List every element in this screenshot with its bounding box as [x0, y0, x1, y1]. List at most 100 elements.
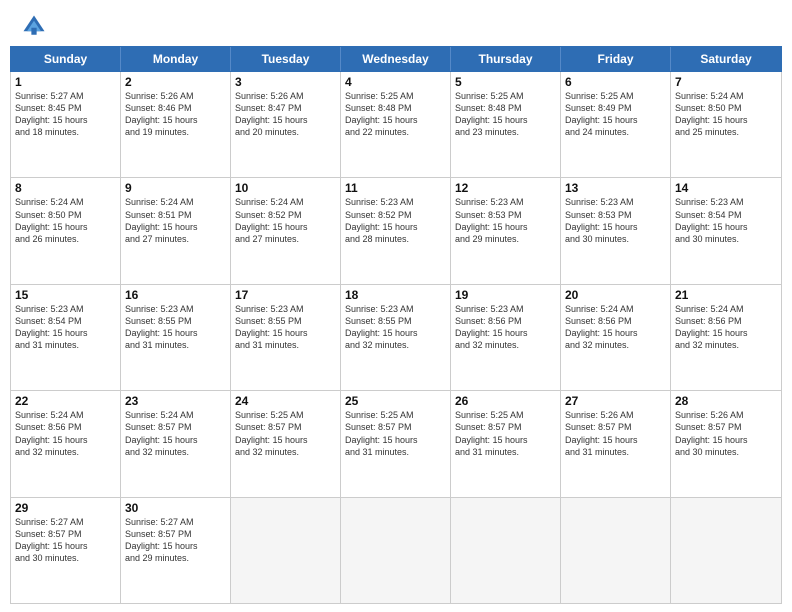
day-number-5: 5 [455, 75, 556, 89]
calendar-row-3: 22Sunrise: 5:24 AM Sunset: 8:56 PM Dayli… [11, 391, 781, 497]
calendar-cell-16: 16Sunrise: 5:23 AM Sunset: 8:55 PM Dayli… [121, 285, 231, 390]
calendar-row-0: 1Sunrise: 5:27 AM Sunset: 8:45 PM Daylig… [11, 72, 781, 178]
day-info-9: Sunrise: 5:24 AM Sunset: 8:51 PM Dayligh… [125, 196, 226, 245]
day-info-11: Sunrise: 5:23 AM Sunset: 8:52 PM Dayligh… [345, 196, 446, 245]
calendar-cell-23: 23Sunrise: 5:24 AM Sunset: 8:57 PM Dayli… [121, 391, 231, 496]
calendar-cell-8: 8Sunrise: 5:24 AM Sunset: 8:50 PM Daylig… [11, 178, 121, 283]
day-number-22: 22 [15, 394, 116, 408]
calendar-cell-28: 28Sunrise: 5:26 AM Sunset: 8:57 PM Dayli… [671, 391, 781, 496]
calendar-cell-21: 21Sunrise: 5:24 AM Sunset: 8:56 PM Dayli… [671, 285, 781, 390]
day-info-27: Sunrise: 5:26 AM Sunset: 8:57 PM Dayligh… [565, 409, 666, 458]
day-info-16: Sunrise: 5:23 AM Sunset: 8:55 PM Dayligh… [125, 303, 226, 352]
calendar-body: 1Sunrise: 5:27 AM Sunset: 8:45 PM Daylig… [10, 72, 782, 604]
day-number-21: 21 [675, 288, 777, 302]
day-info-18: Sunrise: 5:23 AM Sunset: 8:55 PM Dayligh… [345, 303, 446, 352]
weekday-header-tuesday: Tuesday [231, 47, 341, 71]
day-number-3: 3 [235, 75, 336, 89]
calendar-header: SundayMondayTuesdayWednesdayThursdayFrid… [10, 46, 782, 72]
weekday-header-wednesday: Wednesday [341, 47, 451, 71]
day-number-19: 19 [455, 288, 556, 302]
calendar: SundayMondayTuesdayWednesdayThursdayFrid… [0, 46, 792, 612]
day-number-2: 2 [125, 75, 226, 89]
day-number-4: 4 [345, 75, 446, 89]
calendar-cell-24: 24Sunrise: 5:25 AM Sunset: 8:57 PM Dayli… [231, 391, 341, 496]
day-info-26: Sunrise: 5:25 AM Sunset: 8:57 PM Dayligh… [455, 409, 556, 458]
day-info-24: Sunrise: 5:25 AM Sunset: 8:57 PM Dayligh… [235, 409, 336, 458]
day-number-17: 17 [235, 288, 336, 302]
day-number-15: 15 [15, 288, 116, 302]
day-info-23: Sunrise: 5:24 AM Sunset: 8:57 PM Dayligh… [125, 409, 226, 458]
day-number-1: 1 [15, 75, 116, 89]
calendar-cell-empty [341, 498, 451, 603]
day-info-20: Sunrise: 5:24 AM Sunset: 8:56 PM Dayligh… [565, 303, 666, 352]
calendar-cell-29: 29Sunrise: 5:27 AM Sunset: 8:57 PM Dayli… [11, 498, 121, 603]
weekday-header-monday: Monday [121, 47, 231, 71]
day-info-12: Sunrise: 5:23 AM Sunset: 8:53 PM Dayligh… [455, 196, 556, 245]
day-info-6: Sunrise: 5:25 AM Sunset: 8:49 PM Dayligh… [565, 90, 666, 139]
day-number-28: 28 [675, 394, 777, 408]
day-number-25: 25 [345, 394, 446, 408]
calendar-cell-6: 6Sunrise: 5:25 AM Sunset: 8:49 PM Daylig… [561, 72, 671, 177]
day-number-9: 9 [125, 181, 226, 195]
day-info-10: Sunrise: 5:24 AM Sunset: 8:52 PM Dayligh… [235, 196, 336, 245]
calendar-cell-18: 18Sunrise: 5:23 AM Sunset: 8:55 PM Dayli… [341, 285, 451, 390]
day-info-5: Sunrise: 5:25 AM Sunset: 8:48 PM Dayligh… [455, 90, 556, 139]
weekday-header-friday: Friday [561, 47, 671, 71]
calendar-cell-10: 10Sunrise: 5:24 AM Sunset: 8:52 PM Dayli… [231, 178, 341, 283]
day-number-20: 20 [565, 288, 666, 302]
calendar-cell-11: 11Sunrise: 5:23 AM Sunset: 8:52 PM Dayli… [341, 178, 451, 283]
page: SundayMondayTuesdayWednesdayThursdayFrid… [0, 0, 792, 612]
calendar-cell-25: 25Sunrise: 5:25 AM Sunset: 8:57 PM Dayli… [341, 391, 451, 496]
day-number-6: 6 [565, 75, 666, 89]
calendar-cell-empty [231, 498, 341, 603]
day-info-17: Sunrise: 5:23 AM Sunset: 8:55 PM Dayligh… [235, 303, 336, 352]
calendar-cell-22: 22Sunrise: 5:24 AM Sunset: 8:56 PM Dayli… [11, 391, 121, 496]
day-number-26: 26 [455, 394, 556, 408]
calendar-cell-14: 14Sunrise: 5:23 AM Sunset: 8:54 PM Dayli… [671, 178, 781, 283]
calendar-cell-26: 26Sunrise: 5:25 AM Sunset: 8:57 PM Dayli… [451, 391, 561, 496]
calendar-cell-17: 17Sunrise: 5:23 AM Sunset: 8:55 PM Dayli… [231, 285, 341, 390]
day-number-11: 11 [345, 181, 446, 195]
calendar-row-2: 15Sunrise: 5:23 AM Sunset: 8:54 PM Dayli… [11, 285, 781, 391]
calendar-cell-15: 15Sunrise: 5:23 AM Sunset: 8:54 PM Dayli… [11, 285, 121, 390]
day-info-7: Sunrise: 5:24 AM Sunset: 8:50 PM Dayligh… [675, 90, 777, 139]
weekday-header-thursday: Thursday [451, 47, 561, 71]
day-info-25: Sunrise: 5:25 AM Sunset: 8:57 PM Dayligh… [345, 409, 446, 458]
day-number-14: 14 [675, 181, 777, 195]
day-number-27: 27 [565, 394, 666, 408]
day-number-30: 30 [125, 501, 226, 515]
calendar-cell-empty [451, 498, 561, 603]
day-info-22: Sunrise: 5:24 AM Sunset: 8:56 PM Dayligh… [15, 409, 116, 458]
calendar-cell-empty [561, 498, 671, 603]
calendar-row-4: 29Sunrise: 5:27 AM Sunset: 8:57 PM Dayli… [11, 498, 781, 603]
day-number-13: 13 [565, 181, 666, 195]
day-info-8: Sunrise: 5:24 AM Sunset: 8:50 PM Dayligh… [15, 196, 116, 245]
calendar-cell-5: 5Sunrise: 5:25 AM Sunset: 8:48 PM Daylig… [451, 72, 561, 177]
day-number-16: 16 [125, 288, 226, 302]
day-number-12: 12 [455, 181, 556, 195]
calendar-cell-2: 2Sunrise: 5:26 AM Sunset: 8:46 PM Daylig… [121, 72, 231, 177]
day-info-29: Sunrise: 5:27 AM Sunset: 8:57 PM Dayligh… [15, 516, 116, 565]
day-info-13: Sunrise: 5:23 AM Sunset: 8:53 PM Dayligh… [565, 196, 666, 245]
day-info-14: Sunrise: 5:23 AM Sunset: 8:54 PM Dayligh… [675, 196, 777, 245]
day-number-29: 29 [15, 501, 116, 515]
day-info-4: Sunrise: 5:25 AM Sunset: 8:48 PM Dayligh… [345, 90, 446, 139]
day-info-3: Sunrise: 5:26 AM Sunset: 8:47 PM Dayligh… [235, 90, 336, 139]
calendar-cell-20: 20Sunrise: 5:24 AM Sunset: 8:56 PM Dayli… [561, 285, 671, 390]
day-info-21: Sunrise: 5:24 AM Sunset: 8:56 PM Dayligh… [675, 303, 777, 352]
calendar-cell-30: 30Sunrise: 5:27 AM Sunset: 8:57 PM Dayli… [121, 498, 231, 603]
calendar-row-1: 8Sunrise: 5:24 AM Sunset: 8:50 PM Daylig… [11, 178, 781, 284]
day-info-19: Sunrise: 5:23 AM Sunset: 8:56 PM Dayligh… [455, 303, 556, 352]
day-number-8: 8 [15, 181, 116, 195]
calendar-cell-19: 19Sunrise: 5:23 AM Sunset: 8:56 PM Dayli… [451, 285, 561, 390]
calendar-cell-1: 1Sunrise: 5:27 AM Sunset: 8:45 PM Daylig… [11, 72, 121, 177]
day-info-2: Sunrise: 5:26 AM Sunset: 8:46 PM Dayligh… [125, 90, 226, 139]
calendar-cell-7: 7Sunrise: 5:24 AM Sunset: 8:50 PM Daylig… [671, 72, 781, 177]
day-info-15: Sunrise: 5:23 AM Sunset: 8:54 PM Dayligh… [15, 303, 116, 352]
weekday-header-sunday: Sunday [11, 47, 121, 71]
calendar-cell-9: 9Sunrise: 5:24 AM Sunset: 8:51 PM Daylig… [121, 178, 231, 283]
weekday-header-saturday: Saturday [671, 47, 781, 71]
calendar-cell-27: 27Sunrise: 5:26 AM Sunset: 8:57 PM Dayli… [561, 391, 671, 496]
calendar-cell-empty [671, 498, 781, 603]
calendar-cell-13: 13Sunrise: 5:23 AM Sunset: 8:53 PM Dayli… [561, 178, 671, 283]
